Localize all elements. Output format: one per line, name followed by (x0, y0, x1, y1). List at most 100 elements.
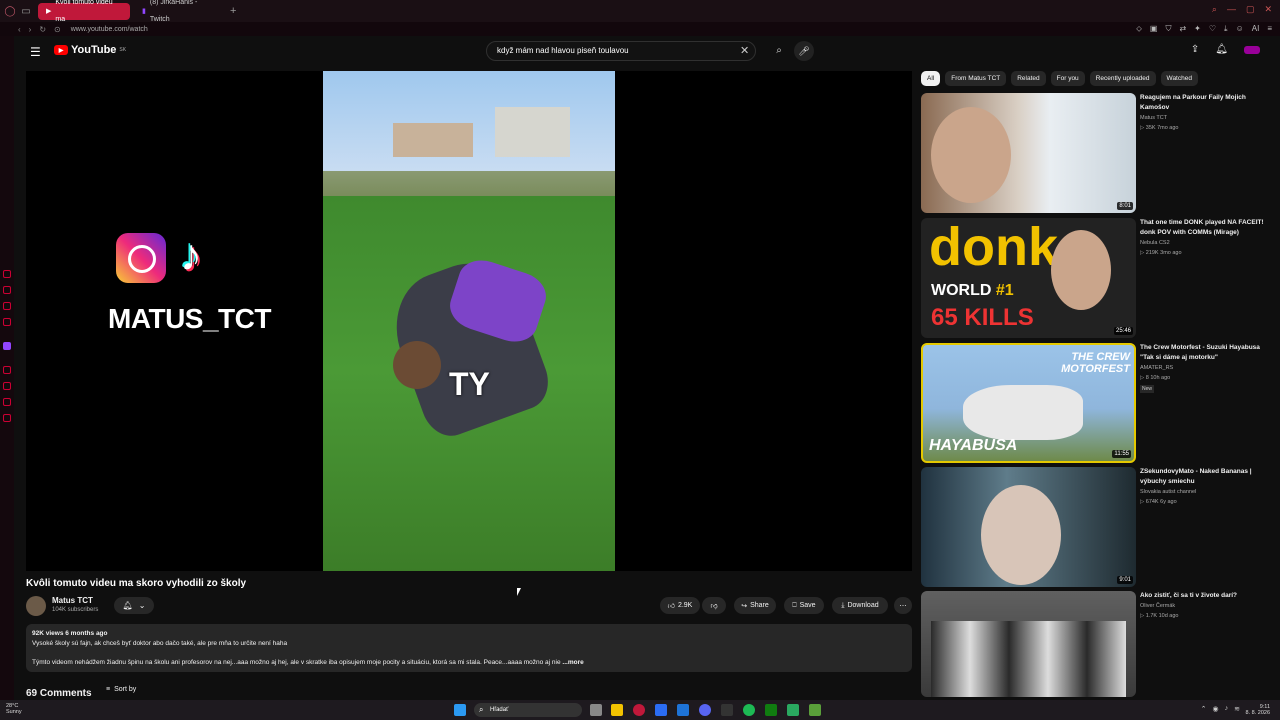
upload-icon[interactable]: ⇪ (1191, 44, 1199, 55)
sidebar-flow-icon[interactable] (3, 398, 11, 406)
video-thumbnail[interactable]: 9:01 (921, 467, 1136, 587)
menu-icon[interactable]: ≡ (1267, 24, 1272, 34)
like-button[interactable]: 👍︎ 2.9K (660, 597, 700, 614)
dislike-button[interactable]: 👎︎ (702, 597, 726, 614)
sidebar-twitch-icon[interactable] (3, 342, 11, 350)
sort-comments-button[interactable]: ≡ Sort by (106, 686, 136, 693)
video-player[interactable]: ♪ MATUS_TCT TY (26, 71, 912, 571)
wifi-icon[interactable]: ≋ (1234, 705, 1240, 713)
recommended-channel[interactable]: Nebula CS2 (1140, 240, 1170, 246)
recommended-title[interactable]: ZSekundovyMato - Naked Bananas | výbuchy… (1140, 467, 1267, 487)
download-button[interactable]: ⤓ Download (832, 597, 888, 614)
clock[interactable]: 9:11 8. 8. 2026 (1246, 704, 1270, 716)
subscribed-bell-button[interactable]: 🔔︎ ⌄ (114, 597, 154, 614)
sidebar-bag-icon[interactable] (3, 286, 11, 294)
file-explorer-icon[interactable] (611, 704, 623, 716)
pin-icon[interactable]: ⬦ (1136, 24, 1142, 34)
browser-tab-twitch[interactable]: ▮ (8) JirkaHanis - Twitch (134, 0, 224, 23)
maximize-icon[interactable]: ▢ (1246, 4, 1255, 15)
browser-tab-youtube[interactable]: ▶ Kvôli tomuto videu ma (38, 0, 130, 23)
clear-search-icon[interactable]: ✕ (740, 44, 749, 57)
video-thumbnail[interactable]: 8:01 (921, 93, 1136, 213)
mail-icon[interactable] (677, 704, 689, 716)
notifications-icon[interactable]: 🔔︎ (1215, 44, 1228, 55)
windows-start-icon[interactable] (454, 704, 466, 716)
opera-logo-icon[interactable]: ◯ (2, 6, 18, 17)
save-button[interactable]: ⎕ Save (784, 597, 824, 614)
camera-icon[interactable]: ▣ (1150, 24, 1158, 34)
recommended-video[interactable]: donk WORLD #1 65 KILLS 25:46 That one ti… (921, 218, 1267, 338)
recommended-channel[interactable]: Slovakia autist channel (1140, 489, 1196, 495)
voice-search-icon[interactable]: 🎤︎ (794, 41, 814, 61)
network-icon[interactable]: ◉ (1213, 705, 1219, 713)
weather-widget[interactable]: 28°C Sunny (6, 703, 22, 715)
recommended-channel[interactable]: Matus TCT (1140, 115, 1167, 121)
search-icon[interactable]: ⌕ (1212, 4, 1217, 15)
game-icon[interactable] (721, 704, 733, 716)
search-button[interactable]: ⌕ (764, 41, 794, 61)
spotify-icon[interactable] (743, 704, 755, 716)
sidebar-clock-icon[interactable] (3, 382, 11, 390)
recommended-channel[interactable]: Oliver Čermák (1140, 603, 1175, 609)
sidebar-settings-icon[interactable] (3, 414, 11, 422)
recommended-title[interactable]: That one time DONK played NA FACEIT! don… (1140, 218, 1267, 238)
chip-all[interactable]: All (921, 71, 941, 86)
reload-icon[interactable]: ↻ (39, 25, 46, 34)
chip-for-you[interactable]: For you (1050, 71, 1085, 86)
new-tab-button[interactable]: + (230, 5, 236, 17)
chip-watched[interactable]: Watched (1160, 71, 1198, 86)
tab-menu-icon[interactable]: ▭ (18, 6, 34, 17)
translate-icon[interactable]: ⇄ (1179, 24, 1186, 34)
more-actions-button[interactable]: ⋯ (894, 597, 912, 614)
chip-recently-uploaded[interactable]: Recently uploaded (1089, 71, 1156, 86)
video-duration: 8:01 (1117, 202, 1133, 210)
task-view-icon[interactable] (590, 704, 602, 716)
search-input[interactable]: když mám nad hlavou piseň toulavou (486, 41, 756, 61)
url-field[interactable]: www.youtube.com/watch (71, 26, 148, 33)
video-thumbnail[interactable] (921, 591, 1136, 697)
forward-icon[interactable]: › (29, 25, 32, 34)
video-description[interactable]: 92K views 6 months ago Vysoké školy sú f… (26, 624, 912, 672)
minimize-icon[interactable]: — (1227, 4, 1236, 15)
app-icon[interactable] (787, 704, 799, 716)
chevron-up-icon[interactable]: ⌃ (1201, 705, 1207, 713)
recommended-video[interactable]: Ako zistiť, či sa ti v živote darí? Oliv… (921, 591, 1267, 697)
show-more-link[interactable]: ...more (562, 659, 583, 666)
recommended-title[interactable]: Reagujem na Parkour Faily Mojich Kamošov (1140, 93, 1267, 113)
download-icon[interactable]: ⤓ (1224, 24, 1228, 34)
avatar[interactable] (1244, 45, 1260, 54)
recommended-channel[interactable]: AMATER_RS (1140, 365, 1173, 371)
taskbar-search-input[interactable]: Hľadať (474, 703, 582, 717)
extensions-icon[interactable]: ✦ (1194, 24, 1201, 34)
volume-icon[interactable]: ♪ (1225, 705, 1229, 713)
hamburger-menu-icon[interactable]: ☰ (30, 45, 41, 59)
xbox-icon[interactable] (765, 704, 777, 716)
recommended-title[interactable]: The Crew Motorfest - Suzuki Hayabusa "Ta… (1140, 343, 1267, 363)
chip-related[interactable]: Related (1011, 71, 1046, 86)
recommended-video[interactable]: 8:01 Reagujem na Parkour Faily Mojich Ka… (921, 93, 1267, 213)
sidebar-player-icon[interactable] (3, 366, 11, 374)
heart-icon[interactable]: ♡ (1209, 24, 1216, 34)
share-button[interactable]: ↪ Share (734, 597, 776, 614)
sidebar-messenger-icon[interactable] (3, 302, 11, 310)
channel-name[interactable]: Matus TCT (52, 596, 93, 605)
chip-from-channel[interactable]: From Matus TCT (945, 71, 1007, 86)
ai-button[interactable]: AI (1252, 24, 1260, 34)
video-thumbnail[interactable]: donk WORLD #1 65 KILLS 25:46 (921, 218, 1136, 338)
sidebar-gaming-icon[interactable] (3, 318, 11, 326)
youtube-logo[interactable]: ▶ YouTube SK (54, 44, 126, 56)
store-icon[interactable] (655, 704, 667, 716)
recommended-video[interactable]: 9:01 ZSekundovyMato - Naked Bananas | vý… (921, 467, 1267, 587)
minecraft-icon[interactable] (809, 704, 821, 716)
account-icon[interactable]: ☺ (1236, 24, 1244, 34)
recommended-title[interactable]: Ako zistiť, či sa ti v živote darí? (1140, 591, 1267, 601)
channel-avatar[interactable] (26, 596, 46, 616)
discord-icon[interactable] (699, 704, 711, 716)
opera-icon[interactable] (633, 704, 645, 716)
close-icon[interactable]: ✕ (1264, 4, 1272, 15)
video-thumbnail[interactable]: THE CREW MOTORFEST HAYABUSA 11:55 (921, 343, 1136, 463)
shield-icon[interactable]: ⛉ (1165, 24, 1171, 34)
sidebar-history-icon[interactable] (3, 270, 11, 278)
recommended-video[interactable]: THE CREW MOTORFEST HAYABUSA 11:55 The Cr… (921, 343, 1267, 463)
back-icon[interactable]: ‹ (18, 25, 21, 34)
